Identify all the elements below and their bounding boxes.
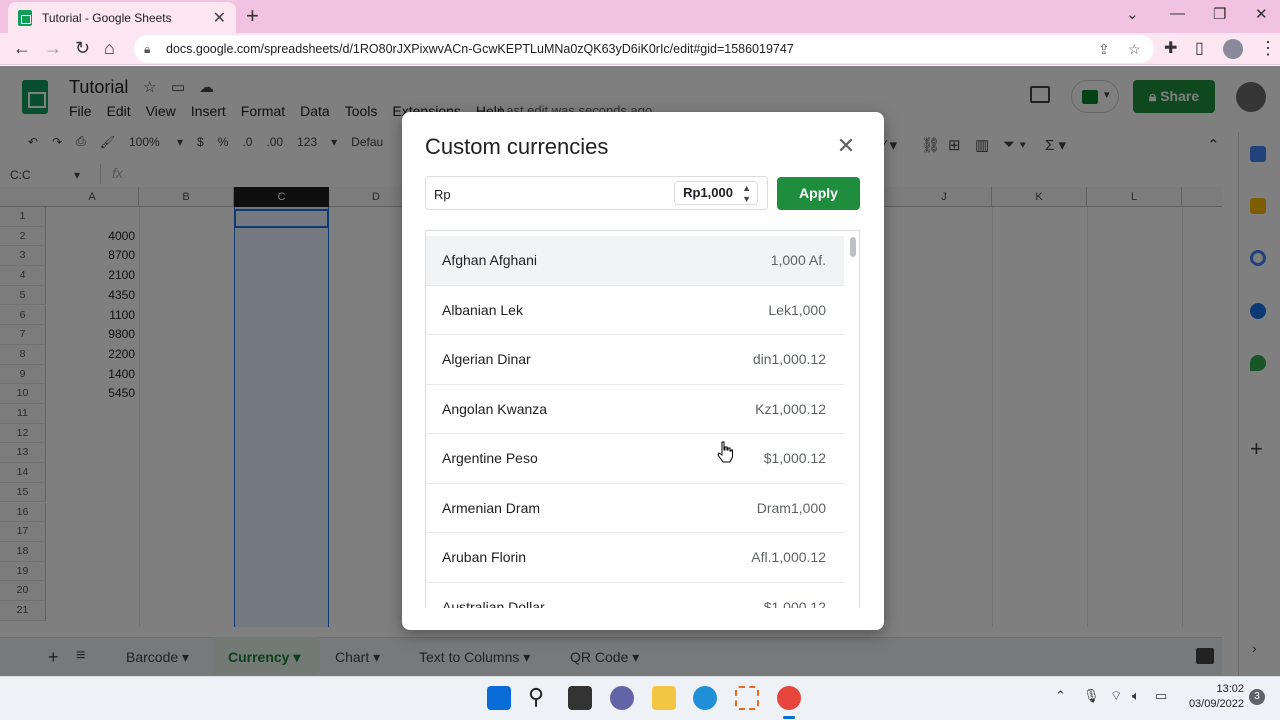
currency-search-input[interactable]: [434, 185, 664, 203]
currency-format-example: Lek1,000: [768, 301, 826, 318]
sheets-favicon-icon: [18, 9, 32, 26]
currency-format-example: $1,000.12: [763, 450, 826, 466]
currency-name: Albanian Lek: [442, 301, 523, 318]
search-icon[interactable]: ⚲: [528, 684, 544, 710]
apply-button[interactable]: Apply: [777, 177, 860, 210]
start-icon[interactable]: [487, 686, 511, 710]
restore-icon[interactable]: ❐: [1213, 5, 1226, 23]
home-icon[interactable]: ⌂: [104, 38, 115, 59]
currency-option[interactable]: Algerian Dinar din1,000.12: [426, 335, 844, 385]
currency-name: Aruban Florin: [442, 549, 527, 565]
currency-name: Afghan Afghani: [442, 252, 537, 268]
currency-option[interactable]: Afghan Afghani 1,000 Af.: [426, 236, 844, 286]
minimize-icon[interactable]: —: [1170, 5, 1185, 22]
task-view-icon[interactable]: [568, 686, 592, 710]
teams-chat-icon[interactable]: [610, 686, 634, 710]
browser-tab-bar: Tutorial - Google Sheets ✕ + ⌄ — ❐ ✕: [0, 0, 1280, 33]
volume-icon[interactable]: 🔈︎: [1132, 688, 1140, 704]
microphone-icon[interactable]: 🎙︎: [1083, 688, 1100, 704]
currency-name: Armenian Dram: [442, 499, 541, 516]
clock-date: 03/09/2022: [1188, 698, 1244, 710]
currency-name: Algerian Dinar: [442, 351, 531, 367]
side-panel-icon[interactable]: ▯: [1195, 38, 1204, 58]
scrollbar-thumb[interactable]: [850, 237, 856, 257]
url-text: docs.google.com/spreadsheets/d/1RO80rJXP…: [166, 42, 794, 56]
new-tab-icon[interactable]: +: [246, 3, 259, 29]
close-window-icon[interactable]: ✕: [1255, 5, 1268, 23]
close-tab-icon[interactable]: ✕: [213, 8, 226, 28]
edge-icon[interactable]: [693, 686, 717, 710]
currency-format-select[interactable]: Rp1,000 ▲ ▼: [674, 181, 758, 205]
currency-option[interactable]: Angolan Kwanza Kz1,000.12: [426, 385, 844, 434]
clock-time: 13:02: [1216, 683, 1244, 695]
currency-format-example: Afl.1,000.12: [751, 549, 826, 565]
currency-format-example: Kz1,000.12: [755, 400, 826, 417]
currency-format-value: Rp1,000: [683, 185, 733, 200]
currency-option[interactable]: Australian Dollar $1,000.12: [426, 583, 844, 609]
currency-name: Australian Dollar: [442, 598, 545, 609]
currency-name: Angolan Kwanza: [442, 400, 548, 417]
battery-icon[interactable]: ▭: [1155, 688, 1167, 704]
lock-icon[interactable]: 🔒︎: [144, 35, 150, 63]
list-scrollbar[interactable]: [846, 231, 859, 608]
currency-format-example: din1,000.12: [752, 351, 826, 367]
currency-option[interactable]: Aruban Florin Afl.1,000.12: [426, 533, 844, 583]
snipping-tool-icon[interactable]: [735, 686, 759, 710]
show-hidden-icons-icon[interactable]: ⌃: [1055, 688, 1066, 704]
dialog-title: Custom currencies: [425, 134, 609, 159]
system-clock[interactable]: 13:02 03/09/2022: [1180, 682, 1244, 712]
reload-icon[interactable]: ↻: [75, 38, 90, 59]
currency-search-box: Rp1,000 ▲▼: [425, 176, 768, 210]
chrome-icon[interactable]: [777, 686, 801, 710]
forward-icon[interactable]: →: [44, 38, 62, 59]
file-explorer-icon[interactable]: [652, 686, 676, 710]
currency-option[interactable]: Armenian Dram Dram1,000: [426, 484, 844, 533]
extensions-icon[interactable]: ✚: [1164, 38, 1177, 58]
active-app-indicator: [783, 716, 795, 719]
currency-format-example: 1,000 Af.: [770, 252, 826, 268]
currency-format-example: $1,000.12: [763, 598, 826, 609]
share-page-icon[interactable]: ⇪: [1098, 35, 1110, 63]
browser-menu-icon[interactable]: ⋮: [1259, 38, 1277, 59]
browser-tab-title: Tutorial - Google Sheets: [42, 10, 172, 25]
currency-option[interactable]: Albanian Lek Lek1,000: [426, 286, 844, 335]
browser-tab[interactable]: Tutorial - Google Sheets ✕: [8, 2, 236, 33]
profile-avatar[interactable]: [1223, 39, 1243, 59]
hand-cursor-icon: [717, 441, 733, 463]
tab-search-icon[interactable]: ⌄: [1126, 5, 1139, 23]
address-bar[interactable]: 🔒︎ docs.google.com/spreadsheets/d/1RO80r…: [134, 35, 1154, 63]
bookmark-star-icon[interactable]: ☆: [1128, 35, 1141, 63]
currency-format-example: Dram1,000: [756, 499, 826, 516]
browser-toolbar: ← → ↻ ⌂ 🔒︎ docs.google.com/spreadsheets/…: [0, 33, 1280, 65]
currency-name: Argentine Peso: [442, 450, 538, 466]
back-icon[interactable]: ←: [13, 38, 31, 59]
close-icon[interactable]: ✕: [835, 134, 857, 158]
currency-list: Afghan Afghani 1,000 Af. Albanian Lek Lek1,…: [425, 230, 860, 608]
currency-option[interactable]: Argentine Peso $1,000.12: [426, 434, 844, 484]
notification-badge[interactable]: 3: [1249, 689, 1265, 705]
wifi-icon[interactable]: ⌔: [1110, 688, 1122, 704]
custom-currencies-dialog: Custom currencies ✕ Rp1,000 ▲▼ Apply Afg…: [402, 112, 884, 630]
up-down-arrows-icon: ▲ ▼: [742, 183, 751, 204]
